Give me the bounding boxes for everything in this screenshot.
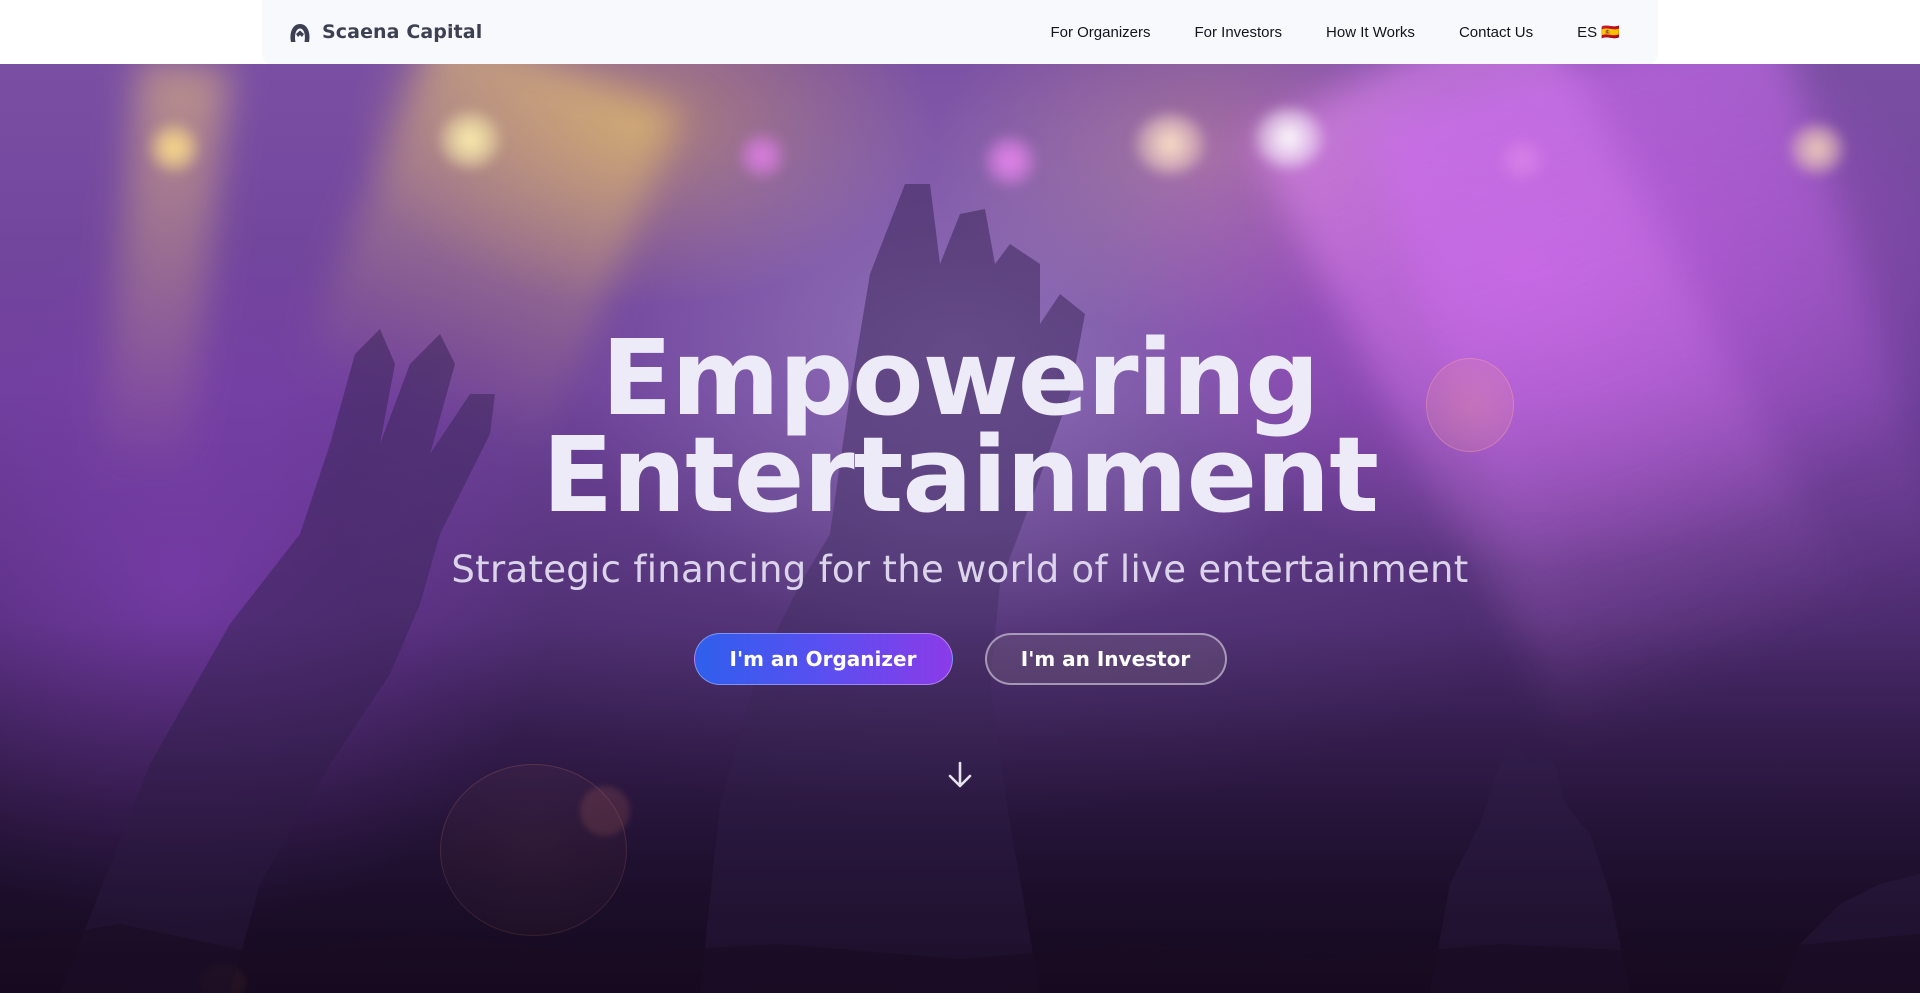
language-switch[interactable]: ES 🇪🇸: [1577, 23, 1620, 41]
nav-how-it-works[interactable]: How It Works: [1326, 24, 1415, 41]
cta-group: I'm an Organizer I'm an Investor: [0, 633, 1920, 685]
hero-subtitle: Strategic financing for the world of liv…: [451, 548, 1469, 591]
header-bar: Scaena Capital For Organizers For Invest…: [262, 0, 1658, 64]
landing-page: Scaena Capital For Organizers For Invest…: [0, 0, 1920, 993]
hero-title-line-2: Entertainment: [542, 414, 1379, 536]
scaena-logo-icon: [290, 24, 310, 42]
site-header: Scaena Capital For Organizers For Invest…: [0, 0, 1920, 64]
brand-logo[interactable]: Scaena Capital: [286, 18, 482, 46]
hero-title-line-1: Empowering: [601, 317, 1319, 439]
hero-title: Empowering Entertainment: [0, 317, 1920, 536]
brand-name: Scaena Capital: [322, 21, 483, 43]
nav-contact-us[interactable]: Contact Us: [1459, 24, 1533, 41]
hero-section: Empowering Entertainment Strategic finan…: [0, 317, 1920, 685]
nav-for-investors[interactable]: For Investors: [1195, 24, 1283, 41]
organizer-button[interactable]: I'm an Organizer: [693, 633, 953, 685]
main-nav: For Organizers For Investors How It Work…: [1050, 0, 1620, 64]
arrow-down-icon[interactable]: [946, 760, 974, 790]
investor-button[interactable]: I'm an Investor: [984, 633, 1227, 685]
nav-for-organizers[interactable]: For Organizers: [1050, 24, 1150, 41]
